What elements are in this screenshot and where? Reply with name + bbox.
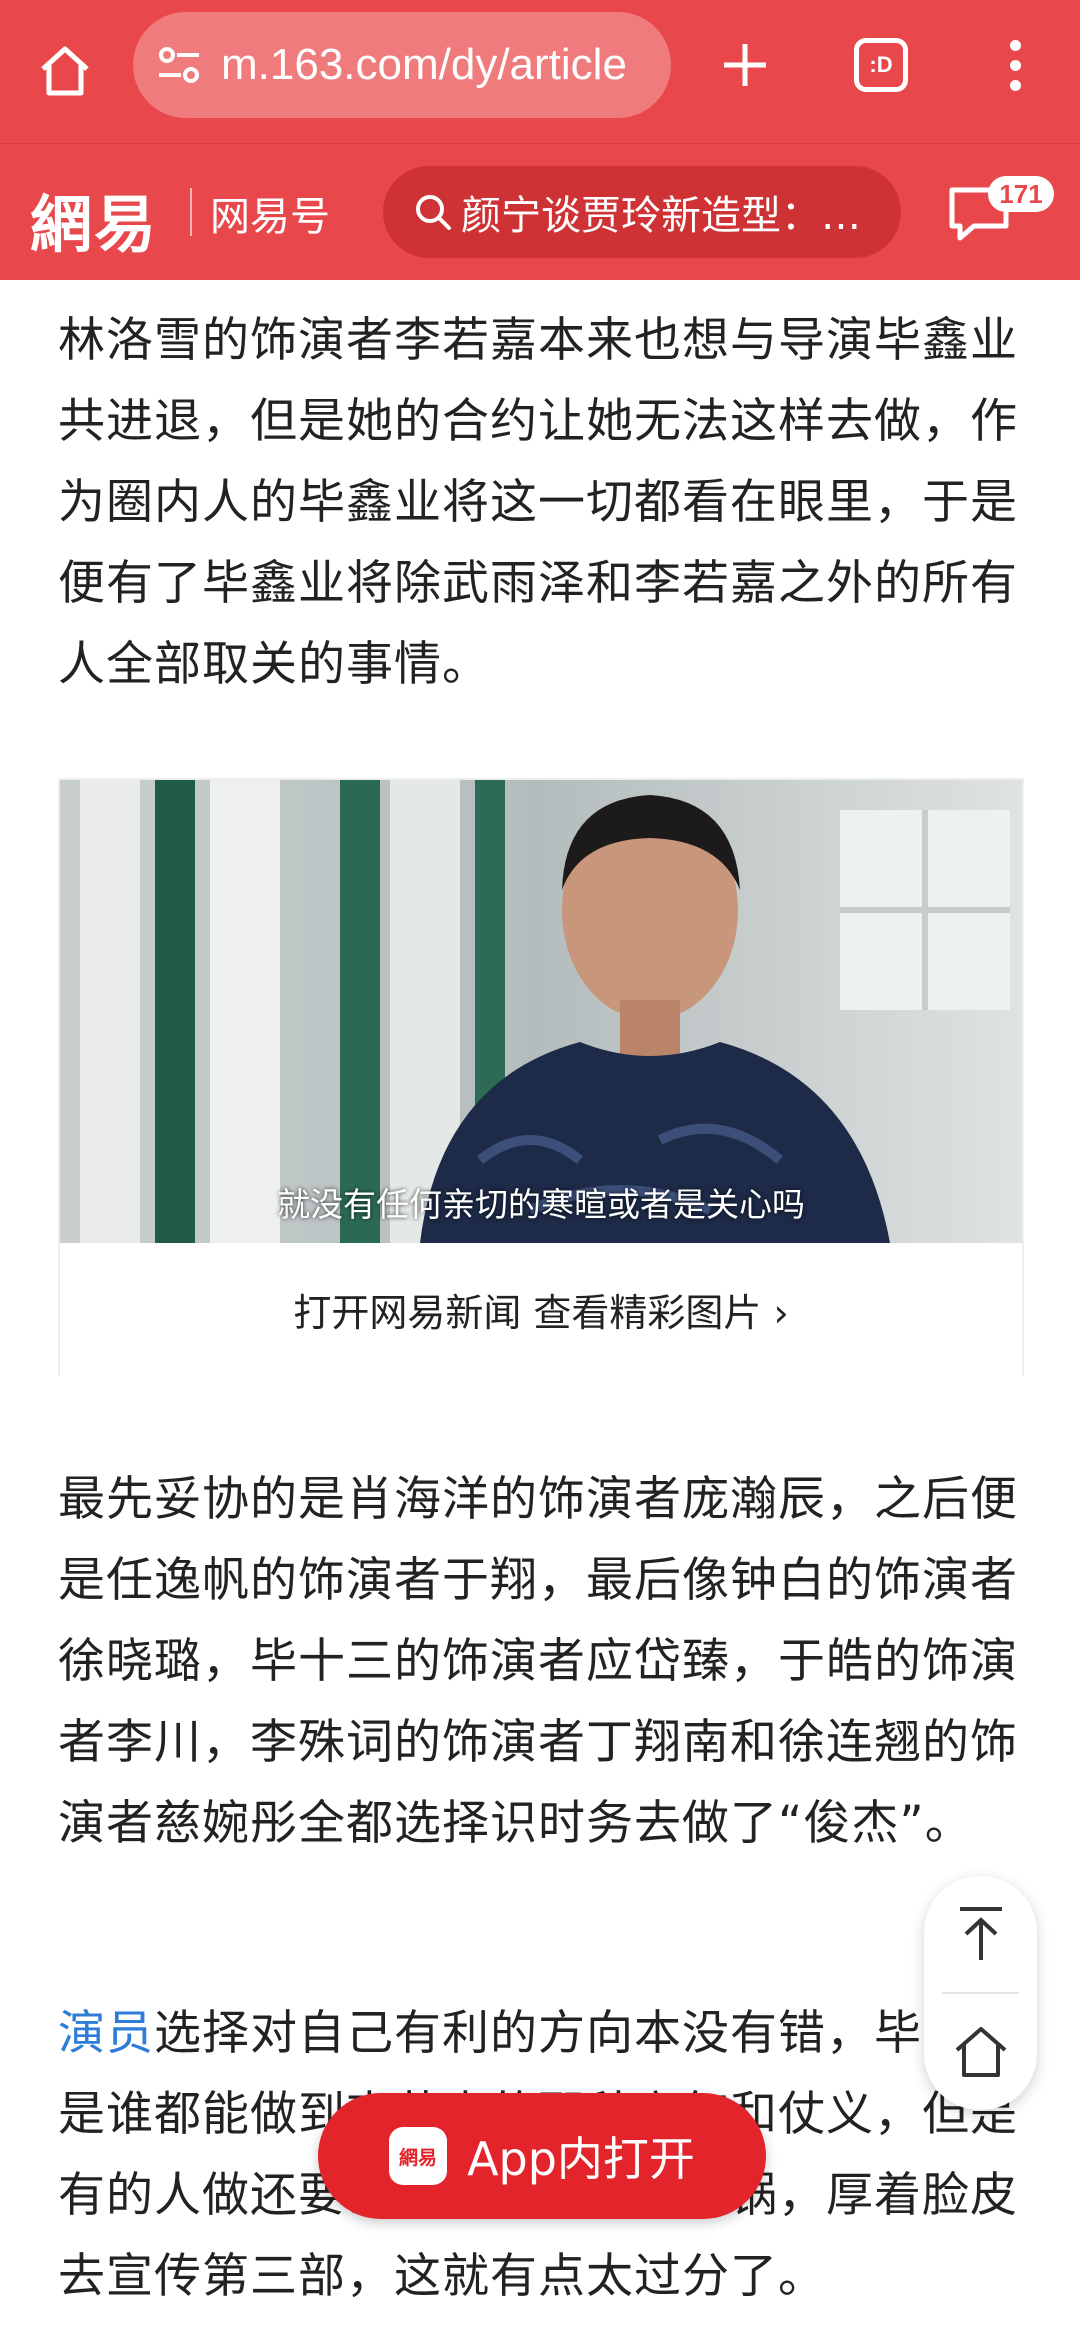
address-bar[interactable]: m.163.com/dy/article — [133, 12, 671, 118]
open-in-app-button[interactable]: 網易 App内打开 — [318, 2093, 766, 2219]
logo-divider — [190, 188, 192, 236]
article-image-card[interactable]: 就没有任何亲切的寒暄或者是关心吗 打开网易新闻 查看精彩图片 › — [58, 778, 1024, 1376]
floating-nav-panel — [924, 1876, 1037, 2110]
home-icon[interactable] — [30, 36, 100, 106]
netease-app-logo: 網易 — [389, 2127, 448, 2185]
open-app-view-images-link[interactable]: 打开网易新闻 查看精彩图片 › — [60, 1243, 1022, 1376]
search-icon — [411, 190, 455, 234]
browser-toolbar: m.163.com/dy/article :D — [0, 0, 1080, 143]
tab-count-label: :D — [869, 52, 893, 77]
more-menu-icon[interactable] — [990, 30, 1040, 100]
site-header: 網易 网易号 颜宁谈贾玲新造型：… — [0, 143, 1080, 280]
site-settings-icon[interactable] — [155, 41, 203, 89]
search-input[interactable]: 颜宁谈贾玲新造型：… — [383, 166, 901, 258]
url-text: m.163.com/dy/article — [221, 40, 627, 89]
netease-logo[interactable]: 網易 — [30, 174, 158, 264]
keyword-link[interactable]: 演员 — [58, 2006, 154, 2061]
tab-switcher-button[interactable]: :D — [854, 38, 908, 92]
search-placeholder: 颜宁谈贾玲新造型：… — [461, 193, 861, 239]
message-count-badge: 171 — [988, 176, 1054, 212]
article-paragraph: 林洛雪的饰演者李若嘉本来也想与导演毕鑫业共进退，但是她的合约让她无法这样去做，作… — [58, 313, 1018, 692]
section-label[interactable]: 网易号 — [210, 184, 330, 242]
article-photo[interactable]: 就没有任何亲切的寒暄或者是关心吗 — [60, 780, 1022, 1243]
new-tab-plus-icon[interactable] — [710, 30, 780, 100]
article-paragraph: 最先妥协的是肖海洋的饰演者庞瀚辰，之后便是任逸帆的饰演者于翔，最后像钟白的饰演者… — [58, 1472, 1018, 1851]
open-in-app-label: App内打开 — [467, 2132, 695, 2186]
home-icon[interactable] — [924, 1994, 1037, 2110]
back-to-top-icon[interactable] — [924, 1876, 1037, 1992]
video-subtitle: 就没有任何亲切的寒暄或者是关心吗 — [277, 1185, 805, 1224]
